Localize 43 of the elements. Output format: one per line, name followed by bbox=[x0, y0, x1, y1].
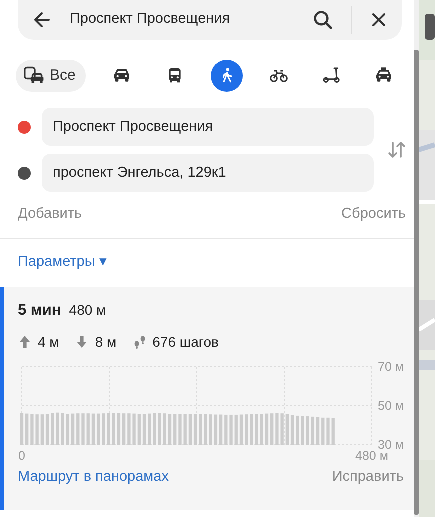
ascent-value: 4 м bbox=[38, 332, 60, 352]
elevation-bar bbox=[46, 414, 50, 445]
swap-button[interactable] bbox=[388, 141, 406, 159]
elevation-bar bbox=[40, 414, 44, 445]
close-icon bbox=[372, 13, 386, 27]
route-point-field[interactable]: проспект Энгельса, 129к1 bbox=[42, 154, 374, 192]
parameters-link[interactable]: Параметры ▾ bbox=[18, 254, 108, 270]
elevation-bar bbox=[240, 414, 244, 445]
add-link[interactable]: Добавить bbox=[18, 204, 82, 226]
elevation-bar bbox=[168, 414, 172, 445]
close-button[interactable] bbox=[372, 13, 386, 27]
transport-mode-button[interactable]: Все bbox=[16, 60, 86, 92]
reset-link[interactable]: Сбросить bbox=[342, 204, 406, 226]
elevation-bar bbox=[122, 413, 126, 445]
search-bar[interactable]: Проспект Просвещения bbox=[18, 0, 402, 40]
down-arrow-icon bbox=[75, 335, 90, 350]
elevation-bar bbox=[290, 415, 294, 445]
route-time: 5 мин bbox=[18, 300, 62, 320]
search-icon bbox=[313, 10, 333, 30]
y-axis-label: 50 м bbox=[378, 398, 404, 413]
elevation-bar bbox=[142, 414, 146, 445]
back-button[interactable] bbox=[32, 10, 52, 30]
route-point-field[interactable]: Проспект Просвещения bbox=[42, 108, 374, 146]
scrollbar-thumb[interactable] bbox=[414, 50, 419, 515]
elevation-bar bbox=[117, 413, 121, 445]
route-distance: 480 м bbox=[69, 300, 106, 320]
up-arrow-icon bbox=[18, 335, 32, 350]
elevation-bar bbox=[20, 413, 24, 445]
back-arrow-icon bbox=[32, 10, 52, 30]
route-card[interactable]: 5 мин 480 м 4 м 8 м 676 шагов 70 м 50 м 30 м 0 480 м Маршрут в панорамах Исправить bbox=[0, 286, 414, 510]
elevation-bar bbox=[265, 414, 269, 445]
elevation-bar bbox=[163, 413, 166, 445]
panorama-route-link[interactable]: Маршрут в панорамах bbox=[18, 466, 169, 488]
steps-count: 676 шагов bbox=[152, 332, 219, 352]
footprints-icon bbox=[132, 335, 147, 350]
search-button[interactable] bbox=[313, 10, 333, 30]
descent-value: 8 м bbox=[95, 332, 117, 352]
x-axis-label: 0 bbox=[18, 448, 26, 463]
y-axis-label: 70 м bbox=[378, 360, 404, 374]
elevation-bar bbox=[245, 414, 248, 445]
elevation-bar bbox=[286, 414, 289, 445]
swap-arrows-icon bbox=[388, 141, 406, 159]
search-field[interactable]: Проспект Просвещения bbox=[68, 8, 305, 32]
